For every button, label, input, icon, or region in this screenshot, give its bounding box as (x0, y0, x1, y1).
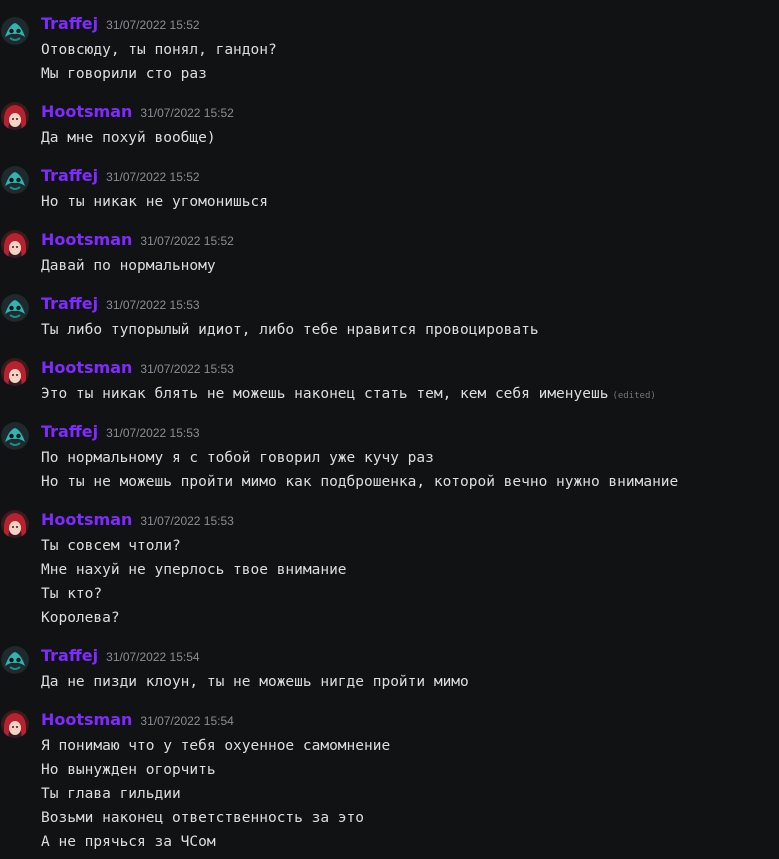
message-header: Traffej 31/07/2022 15:52 (41, 14, 200, 34)
message-header: Hootsman 31/07/2022 15:53 (41, 510, 234, 530)
timestamp: 31/07/2022 15:53 (140, 362, 234, 376)
message-body: Да не пизди клоун, ты не можешь нигде пр… (41, 670, 469, 694)
red-haired-character-avatar-icon[interactable] (1, 102, 29, 130)
red-haired-character-avatar-icon[interactable] (1, 230, 29, 258)
red-haired-character-avatar-icon[interactable] (1, 510, 29, 538)
message-line: Возьми наконец ответственность за это (41, 810, 365, 826)
message-line: Но вынужден огорчить (41, 762, 216, 778)
username[interactable]: Hootsman (41, 230, 132, 249)
message-line: Давай по нормальному (41, 258, 216, 274)
message-header: Hootsman 31/07/2022 15:54 (41, 710, 234, 730)
message-body: Ты либо тупорылый идиот, либо тебе нрави… (41, 318, 539, 342)
message-body: Но ты никак не угомонишься (41, 190, 268, 214)
message-line: Это ты никак блять не можешь наконец ста… (41, 382, 656, 406)
message-header: Hootsman 31/07/2022 15:53 (41, 358, 234, 378)
message-line: Да мне похуй вообще) (41, 130, 216, 146)
username[interactable]: Hootsman (41, 358, 132, 377)
username[interactable]: Traffej (41, 646, 98, 665)
message-line: А не прячься за ЧСом (41, 834, 216, 850)
message-header: Hootsman 31/07/2022 15:52 (41, 230, 234, 250)
chat-log: Traffej 31/07/2022 15:52 Отовсюду, ты пон… (0, 0, 779, 859)
timestamp: 31/07/2022 15:52 (106, 170, 200, 184)
username[interactable]: Traffej (41, 294, 98, 313)
teal-character-avatar-icon[interactable] (1, 294, 29, 322)
message-body: Давай по нормальному (41, 254, 216, 278)
message-line: Ты совсем чтоли? (41, 538, 181, 554)
timestamp: 31/07/2022 15:54 (140, 714, 234, 728)
teal-character-avatar-icon[interactable] (1, 17, 29, 45)
username[interactable]: Traffej (41, 422, 98, 441)
message-body: Отовсюду, ты понял, гандон? Мы говорили … (41, 38, 277, 86)
teal-character-avatar-icon[interactable] (1, 422, 29, 450)
timestamp: 31/07/2022 15:52 (140, 106, 234, 120)
timestamp: 31/07/2022 15:53 (106, 298, 200, 312)
timestamp: 31/07/2022 15:54 (106, 650, 200, 664)
edited-label: (edited) (612, 391, 656, 401)
message-line: Королева? (41, 610, 120, 626)
message-header: Traffej 31/07/2022 15:53 (41, 422, 200, 442)
message-body: Да мне похуй вообще) (41, 126, 216, 150)
message-header: Traffej 31/07/2022 15:53 (41, 294, 200, 314)
message-header: Traffej 31/07/2022 15:54 (41, 646, 200, 666)
message-line: Отовсюду, ты понял, гандон? (41, 42, 277, 58)
message-line: По нормальному я с тобой говорил уже куч… (41, 450, 434, 466)
message-header: Traffej 31/07/2022 15:52 (41, 166, 200, 186)
username[interactable]: Hootsman (41, 710, 132, 729)
username[interactable]: Hootsman (41, 102, 132, 121)
message-text: Это ты никак блять не можешь наконец ста… (41, 386, 609, 402)
message-line: Мы говорили сто раз (41, 66, 207, 82)
message-body: Это ты никак блять не можешь наконец ста… (41, 382, 656, 406)
message-line: Ты либо тупорылый идиот, либо тебе нрави… (41, 322, 539, 338)
timestamp: 31/07/2022 15:53 (106, 426, 200, 440)
message-body: Ты совсем чтоли? Мне нахуй не уперлось т… (41, 534, 347, 630)
red-haired-character-avatar-icon[interactable] (1, 710, 29, 738)
message-body: По нормальному я с тобой говорил уже куч… (41, 446, 678, 494)
message-line: Ты кто? (41, 586, 103, 602)
username[interactable]: Traffej (41, 166, 98, 185)
teal-character-avatar-icon[interactable] (1, 166, 29, 194)
message-line: Я понимаю что у тебя охуенное самомнение (41, 738, 391, 754)
timestamp: 31/07/2022 15:52 (140, 234, 234, 248)
message-body: Я понимаю что у тебя охуенное самомнение… (41, 734, 390, 854)
message-line: Но ты не можешь пройти мимо как подброше… (41, 474, 679, 490)
red-haired-character-avatar-icon[interactable] (1, 358, 29, 386)
timestamp: 31/07/2022 15:52 (106, 18, 200, 32)
teal-character-avatar-icon[interactable] (1, 646, 29, 674)
timestamp: 31/07/2022 15:53 (140, 514, 234, 528)
message-line: Мне нахуй не уперлось твое внимание (41, 562, 347, 578)
username[interactable]: Hootsman (41, 510, 132, 529)
username[interactable]: Traffej (41, 14, 98, 33)
message-line: Ты глава гильдии (41, 786, 181, 802)
message-line: Да не пизди клоун, ты не можешь нигде пр… (41, 674, 469, 690)
message-header: Hootsman 31/07/2022 15:52 (41, 102, 234, 122)
message-line: Но ты никак не угомонишься (41, 194, 268, 210)
